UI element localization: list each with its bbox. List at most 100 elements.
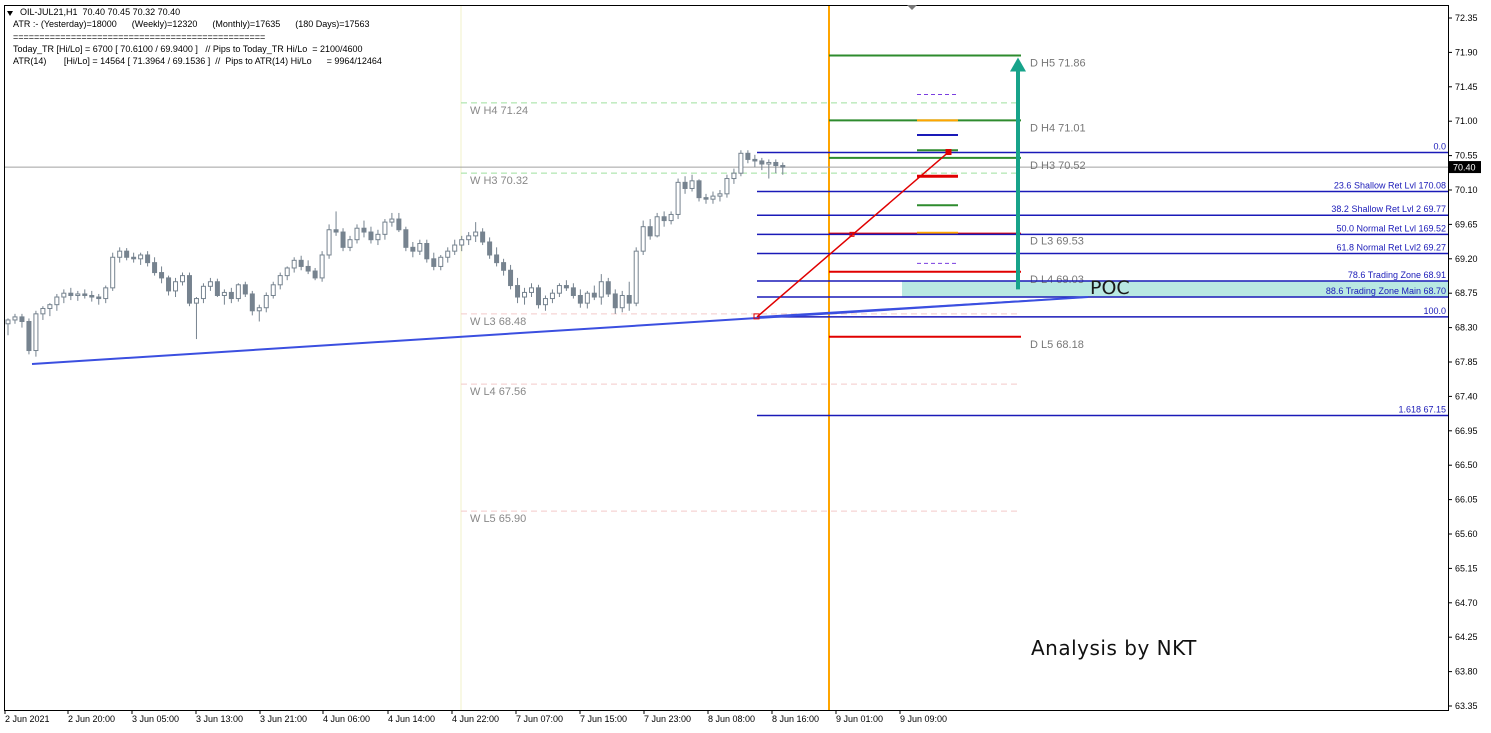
daily-level-label: D L3 69.53 (1030, 236, 1084, 248)
fib-level-label: 78.6 Trading Zone 68.91 (1348, 270, 1446, 280)
fib-level-label: 100.0 (1423, 306, 1446, 316)
candle-body (466, 235, 472, 241)
candle-body (508, 269, 514, 287)
candle-body (54, 296, 60, 306)
candle-body (710, 195, 716, 200)
y-tick-label: 66.95 (1455, 426, 1478, 436)
chart-menu-arrow-icon[interactable] (7, 11, 13, 16)
candle-body (563, 285, 569, 289)
candle-body (389, 218, 395, 223)
x-tick-label: 2 Jun 20:00 (68, 714, 115, 724)
fib-level-label: 23.6 Shallow Ret Lvl 170.08 (1334, 181, 1446, 191)
candle-body (361, 227, 367, 233)
y-tick-label: 68.75 (1455, 288, 1478, 298)
candle-body (117, 250, 123, 258)
candle-body (780, 165, 786, 168)
y-tick-label: 70.10 (1455, 185, 1478, 195)
today-tr-line: Today_TR [Hi/Lo] = 6700 [ 70.6100 / 69.9… (13, 44, 363, 54)
weekly-level-label: W L5 65.90 (470, 513, 526, 525)
candle-body (221, 291, 227, 296)
fib-level-label: 61.8 Normal Ret Lvl2 69.27 (1336, 242, 1446, 252)
candle-body (570, 287, 576, 296)
candle-body (312, 270, 318, 279)
candle-body (633, 250, 639, 304)
candle-body (96, 296, 102, 300)
weekly-level-label: W L3 68.48 (470, 316, 526, 328)
fib-level-label: 0.0 (1433, 142, 1446, 152)
candle-body (200, 285, 206, 300)
candle-body (535, 287, 541, 306)
candle-body (291, 259, 297, 269)
fib-level-label: 1.618 67.15 (1398, 405, 1446, 415)
candle-body (124, 250, 130, 258)
symbol-quote-line: OIL-JUL21,H1 70.40 70.45 70.32 70.40 (20, 7, 181, 17)
candle-body (682, 181, 688, 189)
separator-line: ========================================… (13, 32, 266, 42)
candle-body (284, 267, 290, 277)
x-tick-label: 4 Jun 14:00 (388, 714, 435, 724)
candle-body (661, 216, 667, 222)
x-tick-label: 3 Jun 21:00 (260, 714, 307, 724)
y-tick-label: 69.20 (1455, 254, 1478, 264)
candle-body (145, 254, 151, 264)
candle-body (33, 313, 39, 352)
candle-body (577, 294, 583, 304)
x-tick-label: 8 Jun 16:00 (772, 714, 819, 724)
candle-body (396, 218, 402, 231)
price-chart[interactable]: W H4 71.24 W H3 70.32 W L3 68.48 W L4 67.56… (0, 0, 1491, 733)
candle-body (242, 284, 248, 295)
x-tick-label: 3 Jun 13:00 (196, 714, 243, 724)
candle-body (584, 292, 590, 304)
candle-body (598, 281, 604, 298)
candle-body (298, 259, 304, 267)
daily-level-label: D H3 70.52 (1030, 160, 1086, 172)
candle-body (138, 254, 144, 260)
candle-body (61, 292, 67, 298)
candle-body (207, 281, 213, 287)
candle-body (410, 246, 416, 252)
weekly-level-label: W L4 67.56 (470, 386, 526, 398)
candle-body (403, 229, 409, 248)
candle-body (542, 298, 548, 306)
poc-label: POC (1090, 277, 1130, 299)
y-tick-label: 69.65 (1455, 219, 1478, 229)
candle-body (131, 256, 137, 260)
candle-body (263, 294, 269, 309)
x-tick-label: 9 Jun 09:00 (900, 714, 947, 724)
candle-body (256, 307, 262, 312)
candle-body (68, 292, 74, 296)
y-tick-label: 64.25 (1455, 632, 1478, 642)
candle-body (487, 241, 493, 256)
candle-body (480, 231, 486, 243)
fib-level-label: 50.0 Normal Ret Lvl 169.52 (1336, 223, 1446, 233)
candle-body (319, 254, 325, 279)
candle-body (368, 231, 374, 241)
candle-body (752, 158, 758, 162)
candle-body (249, 293, 255, 312)
candle-body (166, 277, 172, 292)
x-tick-label: 4 Jun 06:00 (323, 714, 370, 724)
x-tick-label: 7 Jun 15:00 (580, 714, 627, 724)
candle-body (354, 227, 360, 241)
candle-body (347, 239, 353, 248)
swing-high-marker (945, 149, 952, 156)
candle-body (235, 284, 241, 300)
y-tick-label: 67.85 (1455, 357, 1478, 367)
candle-body (12, 316, 18, 321)
y-tick-label: 68.30 (1455, 323, 1478, 333)
x-tick-label: 8 Jun 08:00 (708, 714, 755, 724)
x-tick-label: 7 Jun 07:00 (516, 714, 563, 724)
daily-level-label: D H4 71.01 (1030, 122, 1086, 134)
candle-body (277, 275, 283, 286)
candle-body (173, 281, 179, 292)
candle-body (110, 256, 116, 289)
candle-body (675, 181, 681, 215)
candle-body (82, 293, 88, 296)
candle-body (40, 307, 46, 315)
y-tick-label: 66.05 (1455, 495, 1478, 505)
candle-body (703, 197, 709, 200)
candle-body (522, 291, 528, 298)
candle-body (19, 316, 25, 322)
candle-body (193, 298, 199, 304)
y-tick-label: 70.55 (1455, 151, 1478, 161)
